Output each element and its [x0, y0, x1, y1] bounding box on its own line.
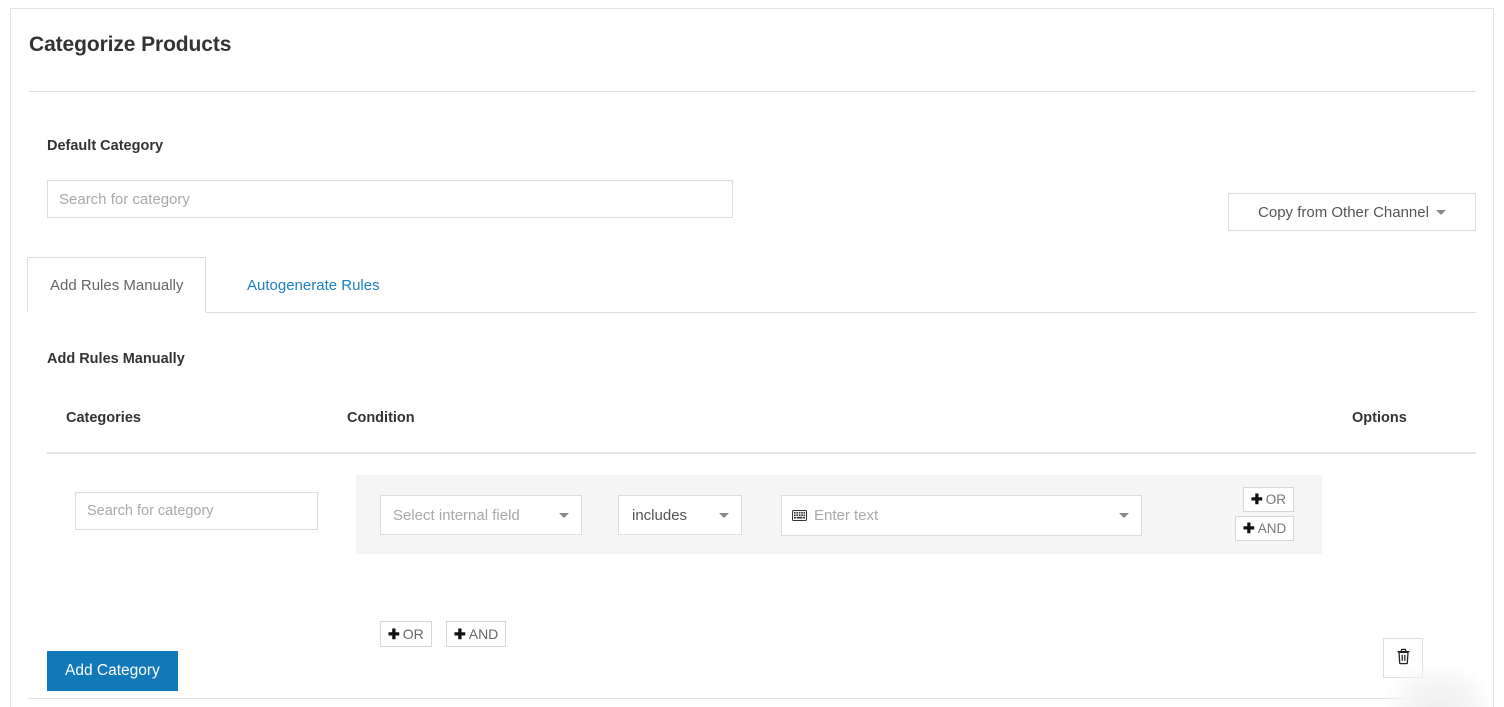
add-or-rule-label: OR	[402, 626, 424, 642]
section-heading: Add Rules Manually	[47, 351, 185, 367]
keyboard-icon	[792, 510, 807, 521]
chevron-down-icon	[1435, 209, 1446, 215]
internal-field-select[interactable]: Select internal field	[380, 495, 582, 535]
column-header-options: Options	[1352, 410, 1407, 426]
delete-rule-button[interactable]	[1383, 638, 1423, 678]
operator-select-value: includes	[632, 506, 688, 524]
column-header-categories: Categories	[66, 410, 141, 426]
condition-value-placeholder: Enter text	[814, 507, 879, 524]
add-or-condition-label: OR	[1265, 492, 1286, 507]
chevron-down-icon	[719, 512, 729, 518]
tab-add-rules-manually-label: Add Rules Manually	[50, 276, 184, 294]
page-root: Categorize Products Default Category Cop…	[0, 0, 1504, 707]
categorize-products-panel: Categorize Products Default Category Cop…	[10, 8, 1494, 707]
tab-autogenerate-rules-label: Autogenerate Rules	[247, 276, 380, 294]
add-category-button[interactable]: Add Category	[47, 651, 178, 691]
bottom-divider	[28, 698, 1465, 699]
tab-autogenerate-rules[interactable]: Autogenerate Rules	[225, 257, 402, 313]
add-and-condition-label: AND	[1257, 521, 1287, 536]
add-and-condition-button[interactable]: ✚ AND	[1235, 516, 1295, 541]
chevron-down-icon	[559, 512, 569, 518]
trash-icon	[1396, 648, 1411, 668]
copy-from-other-channel-button[interactable]: Copy from Other Channel	[1228, 193, 1476, 231]
add-and-rule-button[interactable]: ✚ AND	[446, 621, 507, 647]
header-divider	[29, 91, 1476, 92]
row-category-search-input[interactable]	[75, 492, 318, 530]
table-header-divider	[47, 452, 1476, 454]
rules-tabs: Add Rules Manually Autogenerate Rules	[27, 257, 1476, 313]
copy-from-other-channel-label: Copy from Other Channel	[1258, 203, 1429, 221]
table-row: Select internal field includes	[47, 475, 1476, 678]
condition-strip: Select internal field includes Enter tex…	[356, 475, 1322, 554]
add-category-label: Add Category	[65, 662, 160, 679]
add-and-rule-label: AND	[468, 626, 499, 642]
internal-field-select-value: Select internal field	[393, 506, 520, 524]
plus-icon: ✚	[1243, 520, 1255, 536]
column-header-condition: Condition	[347, 410, 415, 426]
panel-header: Categorize Products	[11, 9, 1493, 90]
page-title: Categorize Products	[29, 33, 232, 56]
plus-icon: ✚	[454, 625, 466, 642]
tab-add-rules-manually[interactable]: Add Rules Manually	[27, 257, 207, 313]
default-category-label: Default Category	[47, 138, 164, 154]
add-or-rule-button[interactable]: ✚ OR	[380, 621, 432, 647]
add-or-condition-button[interactable]: ✚ OR	[1243, 487, 1294, 512]
plus-icon: ✚	[1251, 491, 1263, 507]
condition-value-input[interactable]: Enter text	[781, 495, 1142, 536]
operator-select[interactable]: includes	[618, 495, 742, 535]
default-category-search-input[interactable]	[47, 180, 733, 218]
chevron-down-icon[interactable]	[1119, 513, 1129, 518]
plus-icon: ✚	[388, 625, 400, 642]
